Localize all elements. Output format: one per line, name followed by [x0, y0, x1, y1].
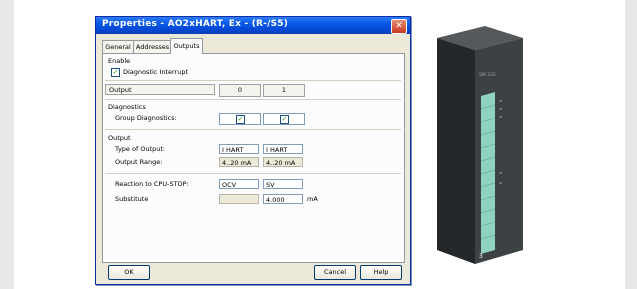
group-diagnostics-cell-0[interactable]: ✓ [219, 113, 261, 125]
ok-button[interactable]: OK [108, 265, 150, 280]
output-range-field-1[interactable]: 4..20 mA [263, 157, 303, 167]
substitute-field-0 [219, 194, 259, 204]
tab-general[interactable]: General [102, 40, 134, 53]
help-button[interactable]: Help [360, 265, 402, 280]
module-model-label: SM 332 [479, 72, 496, 78]
close-button[interactable]: ✕ [391, 19, 407, 34]
diagnostics-section-label: Diagnostics [108, 103, 146, 111]
group-diagnostics-checkbox-1[interactable]: ✓ [280, 115, 289, 124]
group-diagnostics-checkbox-0[interactable]: ✓ [236, 115, 245, 124]
output-range-field-0[interactable]: 4..20 mA [219, 157, 259, 167]
output-header: Output [105, 84, 215, 95]
check-icon: ✓ [112, 68, 119, 76]
reaction-cpu-stop-label: Reaction to CPU-STOP: [115, 180, 189, 188]
module-number: 3 [479, 253, 483, 260]
substitute-field-1[interactable]: 4.000 [263, 194, 303, 204]
dialog-title: Properties - AO2xHART, Ex - (R-/S5) [102, 19, 289, 29]
column-header-0: 0 [219, 84, 261, 97]
substitute-label: Substitute [115, 195, 149, 203]
check-icon: ✓ [237, 115, 244, 123]
outputs-panel: Enable ✓ Diagnostic Interrupt Output 0 1… [102, 53, 405, 263]
divider [105, 99, 401, 100]
divider [105, 173, 401, 174]
divider [105, 129, 401, 130]
type-of-output-label: Type of Output: [115, 145, 166, 153]
close-icon: ✕ [395, 21, 403, 31]
output-section-label: Output [108, 134, 131, 142]
diagnostic-interrupt-label: Diagnostic Interrupt [123, 68, 189, 76]
group-diagnostics-cell-1[interactable]: ✓ [263, 113, 305, 125]
group-diagnostics-label: Group Diagnostics: [115, 114, 177, 122]
output-range-label: Output Range: [115, 158, 163, 166]
reaction-select-0[interactable]: OCV [219, 179, 259, 189]
tab-outputs[interactable]: Outputs [170, 38, 203, 54]
properties-dialog: Properties - AO2xHART, Ex - (R-/S5) ✕ Ge… [95, 16, 411, 285]
check-icon: ✓ [281, 115, 288, 123]
label-strip [480, 92, 496, 254]
reaction-select-1[interactable]: SV [263, 179, 303, 189]
substitute-unit: mA [307, 195, 318, 203]
divider [105, 80, 401, 81]
cancel-button[interactable]: Cancel [314, 265, 356, 280]
signal-module-image: SM 332 3 [437, 26, 523, 264]
column-header-1: 1 [263, 84, 305, 97]
diagnostic-interrupt-checkbox[interactable]: ✓ [111, 68, 120, 77]
dialog-titlebar[interactable]: Properties - AO2xHART, Ex - (R-/S5) ✕ [96, 17, 410, 34]
tab-addresses[interactable]: Addresses [133, 40, 172, 53]
type-of-output-select-0[interactable]: I HART [219, 144, 259, 154]
type-of-output-select-1[interactable]: I HART [263, 144, 303, 154]
enable-section-label: Enable [108, 57, 131, 65]
